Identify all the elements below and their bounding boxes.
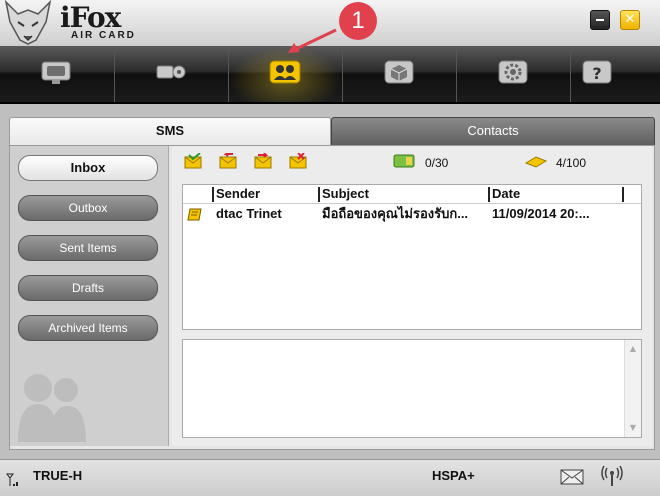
scroll-up-icon[interactable]: ▲ bbox=[625, 342, 641, 356]
close-icon: ✕ bbox=[624, 12, 636, 27]
box-icon bbox=[384, 60, 414, 84]
sidebar-item-sent-items[interactable]: Sent Items bbox=[18, 235, 158, 261]
sms-folder-sidebar: Inbox Outbox Sent Items Drafts Archived … bbox=[10, 146, 169, 446]
delete-message-icon[interactable] bbox=[289, 153, 307, 169]
column-separator bbox=[622, 187, 624, 202]
sms-main-panel: 0/30 4/100 Sender Subject Date dtac Trin… bbox=[172, 146, 652, 446]
tab-contacts[interactable]: Contacts bbox=[331, 117, 655, 147]
people-watermark-icon bbox=[18, 374, 86, 442]
scroll-down-icon[interactable]: ▼ bbox=[625, 421, 641, 435]
new-message-icon[interactable] bbox=[184, 153, 202, 169]
network-type: HSPA+ bbox=[432, 468, 475, 483]
column-separator bbox=[318, 187, 320, 202]
message-envelope-icon[interactable] bbox=[560, 468, 584, 486]
sidebar-item-drafts[interactable]: Drafts bbox=[18, 275, 158, 301]
minimize-button[interactable] bbox=[590, 10, 610, 30]
sidebar-item-inbox[interactable]: Inbox bbox=[18, 155, 158, 181]
device-message-count: 4/100 bbox=[556, 156, 587, 170]
help-icon: ? bbox=[582, 60, 612, 84]
column-header-sender[interactable]: Sender bbox=[216, 186, 316, 202]
message-sender: dtac Trinet bbox=[216, 206, 282, 221]
reply-icon[interactable] bbox=[219, 153, 237, 169]
device-storage-icon bbox=[524, 156, 548, 168]
table-row[interactable]: dtac Trinet มือถือของคุณไม่รองรับก... 11… bbox=[183, 204, 641, 224]
unread-message-icon bbox=[187, 208, 202, 221]
column-separator bbox=[488, 187, 490, 202]
tab-sms[interactable]: SMS bbox=[9, 117, 331, 146]
status-bar: TRUE-H HSPA+ bbox=[0, 459, 660, 496]
toolbar-box-button[interactable] bbox=[342, 46, 456, 102]
app-window: iFox AIR CARD ✕ ? 1 SMS Contacts Inbox O… bbox=[0, 0, 660, 496]
svg-text:?: ? bbox=[592, 64, 601, 83]
toolbar-key-button[interactable] bbox=[114, 46, 228, 102]
forward-icon[interactable] bbox=[254, 153, 272, 169]
column-separator bbox=[212, 187, 214, 202]
sim-message-count: 0/30 bbox=[425, 156, 449, 170]
sidebar-item-outbox[interactable]: Outbox bbox=[18, 195, 158, 221]
close-button[interactable]: ✕ bbox=[620, 10, 640, 30]
message-list-header: Sender Subject Date bbox=[183, 185, 641, 204]
connection-antenna-icon[interactable] bbox=[600, 464, 624, 488]
preview-scrollbar[interactable]: ▲ ▼ bbox=[624, 340, 641, 437]
toolbar-monitor-button[interactable] bbox=[0, 46, 113, 102]
message-subject: มือถือของคุณไม่รองรับก... bbox=[322, 206, 469, 221]
operator-name: TRUE-H bbox=[33, 468, 83, 483]
monitor-icon bbox=[41, 61, 71, 84]
column-header-subject[interactable]: Subject bbox=[322, 186, 487, 202]
annotation-callout: 1 bbox=[339, 2, 377, 40]
key-icon bbox=[156, 65, 186, 79]
app-brand: iFox bbox=[60, 1, 121, 34]
gear-icon bbox=[498, 60, 528, 84]
message-date: 11/09/2014 20:... bbox=[492, 206, 590, 221]
app-brand-subtitle: AIR CARD bbox=[71, 30, 136, 41]
message-preview[interactable]: ▲ ▼ bbox=[182, 339, 642, 438]
contacts-icon bbox=[269, 60, 301, 84]
annotation-arrow-icon bbox=[288, 28, 337, 53]
message-list: Sender Subject Date dtac Trinet มือถือขอ… bbox=[182, 184, 642, 330]
toolbar-settings-button[interactable] bbox=[456, 46, 570, 102]
toolbar-help-button[interactable]: ? bbox=[570, 46, 660, 102]
fox-logo-icon bbox=[4, 0, 52, 45]
sim-card-icon bbox=[393, 154, 415, 168]
message-toolbar: 0/30 4/100 bbox=[172, 148, 652, 176]
column-header-date[interactable]: Date bbox=[492, 186, 622, 202]
sidebar-item-archived-items[interactable]: Archived Items bbox=[18, 315, 158, 341]
signal-strength-icon bbox=[6, 473, 18, 486]
